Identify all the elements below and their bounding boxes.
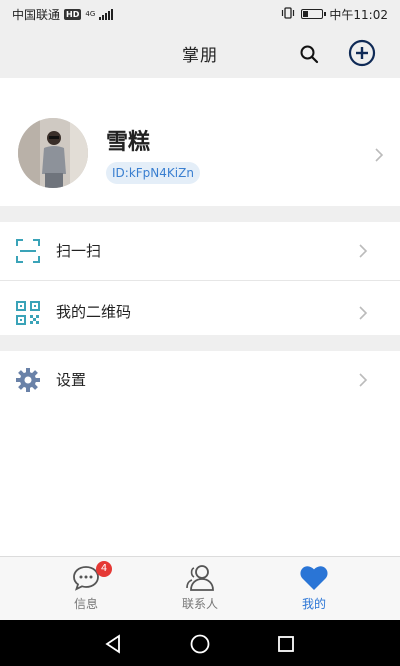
profile-id: ID:kFpN4KiZn bbox=[106, 162, 200, 184]
add-button[interactable] bbox=[348, 39, 376, 67]
user-photo-avatar bbox=[18, 118, 88, 188]
menu-item-qrcode[interactable]: 我的二维码 bbox=[0, 281, 400, 335]
menu-item-label: 扫一扫 bbox=[56, 242, 102, 260]
gear-icon bbox=[16, 368, 40, 392]
add-circle-icon bbox=[348, 39, 376, 67]
section-gap bbox=[0, 335, 400, 351]
tab-label: 我的 bbox=[301, 597, 326, 611]
profile-name: 雪糕 bbox=[106, 130, 151, 155]
chevron-right-icon bbox=[356, 306, 370, 320]
back-triangle-icon bbox=[105, 634, 120, 654]
search-icon bbox=[300, 45, 319, 64]
tab-label: 信息 bbox=[73, 597, 98, 611]
status-left: 中国联通 HD 4G bbox=[12, 6, 114, 23]
tab-messages[interactable]: 4 信息 bbox=[46, 557, 126, 621]
scan-icon bbox=[16, 239, 40, 263]
home-circle-icon bbox=[190, 634, 210, 654]
signal-icon bbox=[99, 8, 114, 20]
chevron-right-icon bbox=[372, 148, 386, 162]
back-button[interactable] bbox=[102, 632, 126, 656]
bottom-tab-bar: 4 信息 联系人 我的 bbox=[0, 556, 400, 620]
tab-label: 联系人 bbox=[181, 597, 218, 611]
chevron-right-icon bbox=[356, 373, 370, 387]
tab-me[interactable]: 我的 bbox=[274, 557, 354, 621]
menu-item-settings[interactable]: 设置 bbox=[0, 351, 400, 409]
search-button[interactable] bbox=[296, 41, 322, 67]
nav-bar: 掌朋 bbox=[0, 28, 400, 78]
network-label: 4G bbox=[85, 9, 96, 18]
menu-item-label: 我的二维码 bbox=[56, 303, 132, 321]
battery-icon bbox=[301, 9, 327, 19]
profile-card[interactable]: 雪糕 ID:kFpN4KiZn bbox=[0, 78, 400, 206]
menu-item-label: 设置 bbox=[56, 371, 87, 389]
vibrate-icon bbox=[281, 6, 295, 22]
contacts-icon bbox=[185, 563, 215, 593]
recents-button[interactable] bbox=[274, 632, 298, 656]
carrier-label: 中国联通 bbox=[12, 7, 61, 22]
tab-contacts[interactable]: 联系人 bbox=[160, 557, 240, 621]
menu-item-scan[interactable]: 扫一扫 bbox=[0, 222, 400, 280]
heart-icon bbox=[299, 563, 329, 593]
clock: 中午11:02 bbox=[329, 7, 388, 22]
section-gap bbox=[0, 206, 400, 222]
system-navigation-bar bbox=[0, 620, 400, 666]
unread-badge: 4 bbox=[96, 561, 112, 577]
status-bar: 中国联通 HD 4G 中午11:02 bbox=[0, 0, 400, 28]
qrcode-icon bbox=[16, 301, 40, 325]
hd-badge: HD bbox=[64, 8, 82, 20]
home-button[interactable] bbox=[188, 632, 212, 656]
recents-square-icon bbox=[278, 636, 294, 652]
page-title: 掌朋 bbox=[182, 45, 218, 66]
avatar[interactable] bbox=[18, 118, 88, 188]
chevron-right-icon bbox=[356, 244, 370, 258]
status-right: 中午11:02 bbox=[281, 6, 388, 23]
